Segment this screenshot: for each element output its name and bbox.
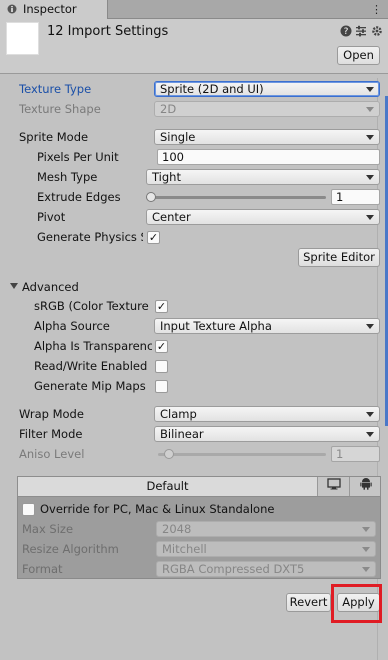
filter-mode-dropdown[interactable]: Bilinear <box>154 426 380 442</box>
android-icon <box>359 478 372 490</box>
srgb-checkbox[interactable]: ✓ <box>155 300 168 313</box>
texture-shape-label: Texture Shape <box>19 102 101 116</box>
generate-physics-label: Generate Physics S <box>37 230 143 244</box>
override-checkbox[interactable] <box>22 503 35 516</box>
foldout-arrow-icon[interactable] <box>10 283 18 289</box>
wrap-mode-value: Clamp <box>160 407 197 421</box>
sprite-mode-dropdown[interactable]: Single <box>154 129 380 145</box>
chevron-down-icon <box>362 527 370 532</box>
pixels-per-unit-label: Pixels Per Unit <box>37 150 119 164</box>
filter-mode-value: Bilinear <box>160 427 204 441</box>
format-value: RGBA Compressed DXT5 <box>162 562 305 576</box>
alpha-source-value: Input Texture Alpha <box>160 319 272 333</box>
chevron-down-icon <box>366 107 374 112</box>
kebab-menu-icon[interactable]: ⋮ <box>371 3 382 16</box>
pivot-value: Center <box>152 210 191 224</box>
chevron-down-icon <box>366 215 374 220</box>
tab-android[interactable] <box>350 477 381 496</box>
sprite-mode-label: Sprite Mode <box>19 130 89 144</box>
wrap-mode-dropdown[interactable]: Clamp <box>154 406 380 422</box>
chevron-down-icon <box>366 135 374 140</box>
override-label: Override for PC, Mac & Linux Standalone <box>40 502 275 516</box>
advanced-foldout-label[interactable]: Advanced <box>22 280 122 294</box>
svg-text:?: ? <box>343 27 348 37</box>
texture-type-value: Sprite (2D and UI) <box>160 82 264 96</box>
chevron-down-icon <box>366 87 374 92</box>
read-write-label: Read/Write Enabled <box>34 359 148 373</box>
extrude-edges-label: Extrude Edges <box>37 190 121 204</box>
chevron-down-icon <box>362 567 370 572</box>
chevron-down-icon <box>362 547 370 552</box>
extrude-edges-slider-track[interactable] <box>151 196 326 199</box>
sliders-icon[interactable] <box>354 25 367 38</box>
aniso-level-slider-track <box>158 453 326 456</box>
mesh-type-label: Mesh Type <box>37 170 98 184</box>
alpha-transparency-checkbox[interactable]: ✓ <box>155 340 168 353</box>
asset-title: 12 Import Settings <box>47 24 169 39</box>
resize-algorithm-label: Resize Algorithm <box>22 542 119 556</box>
extrude-edges-slider-thumb[interactable] <box>146 192 156 202</box>
chevron-down-icon <box>366 324 374 329</box>
mip-maps-checkbox[interactable] <box>155 380 168 393</box>
header-divider <box>0 73 388 74</box>
texture-shape-value: 2D <box>160 102 177 116</box>
srgb-label: sRGB (Color Texture <box>34 299 149 313</box>
alpha-source-label: Alpha Source <box>34 319 110 333</box>
help-icon[interactable]: ? <box>339 25 352 38</box>
texture-thumbnail <box>6 22 39 55</box>
max-size-label: Max Size <box>22 522 74 536</box>
format-dropdown: RGBA Compressed DXT5 <box>156 561 376 577</box>
tab-default[interactable]: Default <box>18 477 318 496</box>
open-button[interactable]: Open <box>337 46 380 65</box>
generate-physics-checkbox[interactable]: ✓ <box>147 231 160 244</box>
info-icon <box>7 4 17 14</box>
texture-type-label: Texture Type <box>19 82 92 96</box>
chevron-down-icon <box>366 412 374 417</box>
aniso-level-slider-thumb <box>164 449 174 459</box>
alpha-source-dropdown[interactable]: Input Texture Alpha <box>154 318 380 334</box>
pixels-per-unit-field[interactable]: 100 <box>157 149 380 165</box>
inspector-tab[interactable]: Inspector <box>0 0 108 19</box>
sprite-mode-value: Single <box>160 130 196 144</box>
max-size-dropdown: 2048 <box>156 521 376 537</box>
alpha-transparency-label: Alpha Is Transparenc <box>34 339 152 353</box>
max-size-value: 2048 <box>162 522 192 536</box>
wrap-mode-label: Wrap Mode <box>19 407 84 421</box>
gear-icon[interactable] <box>370 25 383 38</box>
filter-mode-label: Filter Mode <box>19 427 83 441</box>
chevron-down-icon <box>366 432 374 437</box>
texture-shape-dropdown: 2D <box>154 101 380 117</box>
extrude-edges-field[interactable]: 1 <box>331 189 380 205</box>
aniso-level-label: Aniso Level <box>19 447 85 461</box>
apply-highlight-box <box>331 584 382 623</box>
resize-algorithm-value: Mitchell <box>162 542 207 556</box>
chevron-down-icon <box>366 175 374 180</box>
mip-maps-label: Generate Mip Maps <box>34 379 146 393</box>
texture-type-dropdown[interactable]: Sprite (2D and UI) <box>154 81 380 97</box>
read-write-checkbox[interactable] <box>155 360 168 373</box>
pivot-dropdown[interactable]: Center <box>146 209 380 225</box>
revert-button[interactable]: Revert <box>286 593 331 612</box>
monitor-icon <box>327 478 341 490</box>
inspector-tab-label: Inspector <box>23 2 77 16</box>
mesh-type-value: Tight <box>152 170 181 184</box>
resize-algorithm-dropdown: Mitchell <box>156 541 376 557</box>
sprite-editor-button[interactable]: Sprite Editor <box>298 248 380 267</box>
mesh-type-dropdown[interactable]: Tight <box>146 169 380 185</box>
pivot-label: Pivot <box>37 210 66 224</box>
tab-standalone[interactable] <box>319 477 350 496</box>
aniso-level-field: 1 <box>331 446 380 462</box>
format-label: Format <box>22 562 63 576</box>
